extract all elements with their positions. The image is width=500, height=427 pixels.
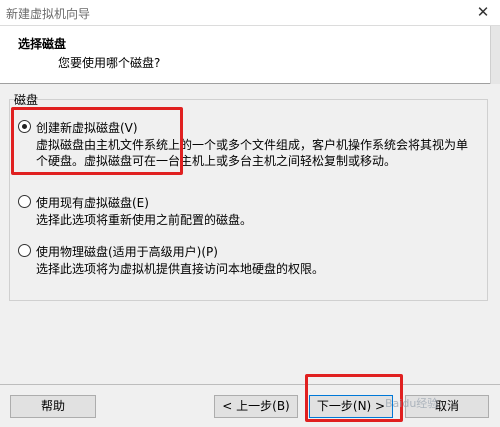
header-scrollbar [490,26,500,84]
back-button[interactable]: < 上一步(B) [214,395,298,418]
highlight-box-create-disk [11,107,183,175]
help-button[interactable]: 帮助 [10,395,96,418]
radio-use-existing-disk[interactable] [18,195,31,208]
option-description: 选择此选项将重新使用之前配置的磁盘。 [36,213,253,227]
page-title: 选择磁盘 [18,37,67,51]
option-label[interactable]: 使用物理磁盘(适用于高级用户)(P) [36,243,218,260]
wizard-window: 新建虚拟机向导 ✕ 选择磁盘 您要使用哪个磁盘? 磁盘 创建新虚拟磁盘(V) 虚… [0,0,500,427]
radio-use-physical-disk[interactable] [18,244,31,257]
option-description: 选择此选项将为虚拟机提供直接访问本地硬盘的权限。 [36,262,325,276]
wizard-header: 选择磁盘 您要使用哪个磁盘? [0,26,490,84]
window-title: 新建虚拟机向导 [6,7,91,21]
disk-group-label: 磁盘 [14,93,39,107]
watermark: Baidu经验 [385,397,439,410]
title-bar: 新建虚拟机向导 ✕ [0,0,500,26]
page-subtitle: 您要使用哪个磁盘? [58,56,161,70]
footer-separator [0,384,500,385]
close-icon[interactable]: ✕ [472,1,494,23]
option-label[interactable]: 使用现有虚拟磁盘(E) [36,194,149,211]
